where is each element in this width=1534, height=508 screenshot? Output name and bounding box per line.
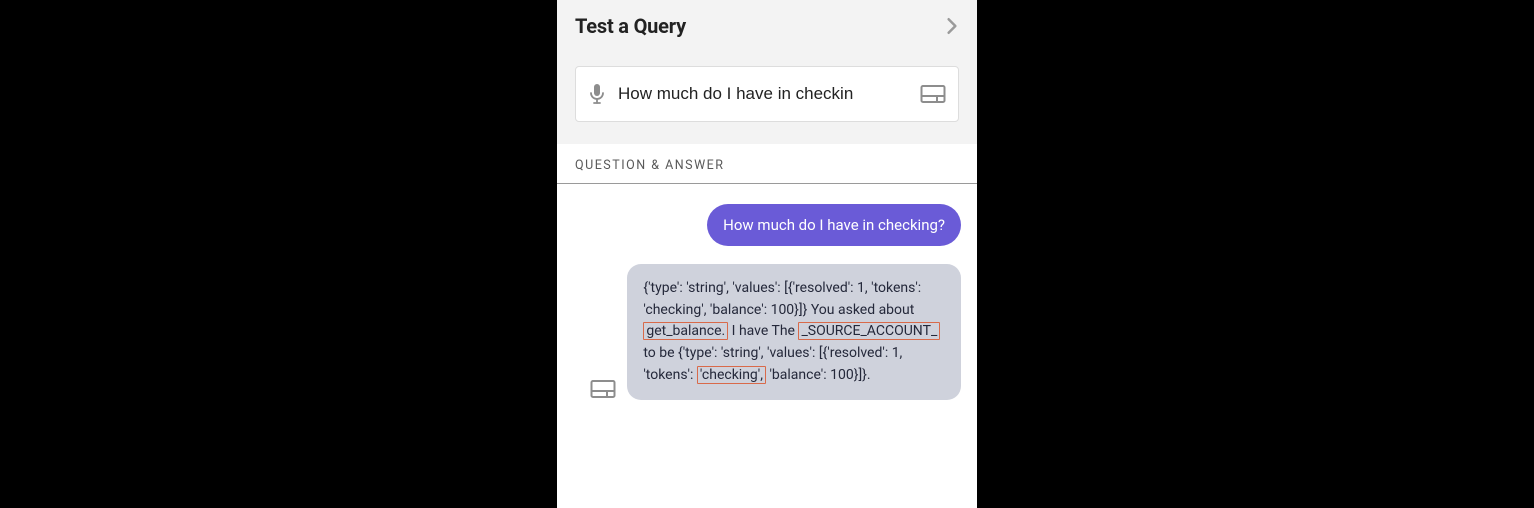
- microphone-icon[interactable]: [586, 83, 608, 105]
- bot-avatar-icon: [589, 378, 617, 400]
- bot-text: I have The: [728, 323, 798, 339]
- left-black-bar: [0, 0, 557, 508]
- section-header: QUESTION & ANSWER: [557, 144, 977, 184]
- highlight-get-balance: get_balance.: [643, 322, 728, 340]
- query-input[interactable]: [618, 84, 908, 104]
- panel-title: Test a Query: [575, 14, 686, 38]
- bot-message-row: {'type': 'string', 'values': [{'resolved…: [573, 264, 961, 400]
- bot-text: {'type': 'string', 'values': [{'resolved…: [643, 280, 921, 318]
- user-bubble: How much do I have in checking?: [707, 204, 961, 246]
- right-black-bar: [977, 0, 1534, 508]
- highlight-source-account: _SOURCE_ACCOUNT_: [798, 322, 940, 340]
- chevron-right-icon[interactable]: [945, 17, 959, 35]
- header-row[interactable]: Test a Query: [575, 14, 959, 38]
- highlight-checking: 'checking',: [697, 366, 766, 384]
- query-input-box[interactable]: [575, 66, 959, 122]
- bot-bubble: {'type': 'string', 'values': [{'resolved…: [627, 264, 961, 400]
- query-input-wrap: [575, 66, 959, 122]
- bot-text: 'balance': 100}]}.: [766, 367, 871, 383]
- test-query-panel: Test a Query: [557, 0, 977, 508]
- user-message-row: How much do I have in checking?: [573, 204, 961, 246]
- conversation-area: How much do I have in checking? {'type':…: [557, 184, 977, 508]
- header-area: Test a Query: [557, 0, 977, 144]
- card-icon[interactable]: [918, 84, 948, 104]
